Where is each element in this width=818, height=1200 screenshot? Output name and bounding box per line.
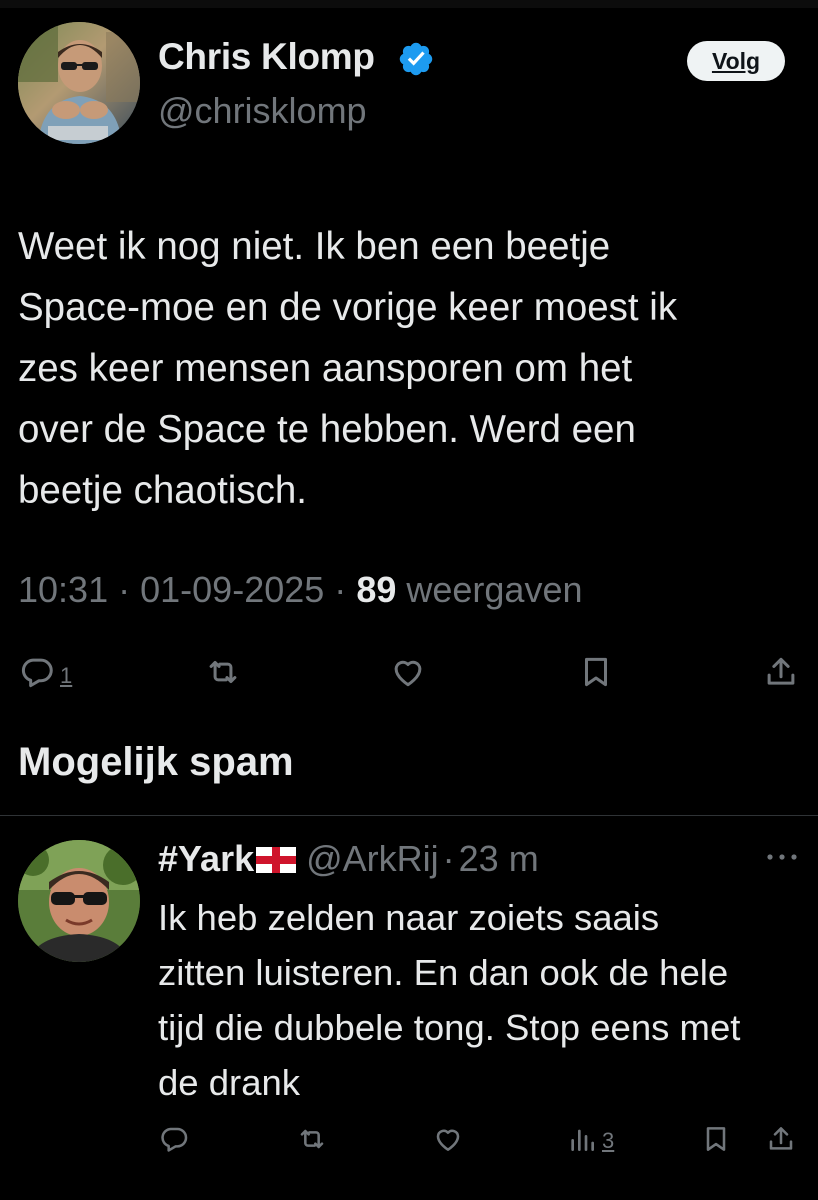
reply-button[interactable]: 1 — [18, 652, 72, 692]
reply-retweet-button[interactable] — [296, 1120, 328, 1158]
reply-bookmark-button[interactable] — [700, 1120, 732, 1158]
tweet-time[interactable]: 10:31 — [18, 569, 108, 610]
retweet-icon — [209, 660, 237, 684]
views-icon — [571, 1129, 594, 1151]
author-avatar[interactable] — [18, 22, 140, 144]
reply-like-button[interactable] — [432, 1120, 464, 1158]
retweet-button[interactable] — [204, 652, 242, 692]
like-button[interactable] — [389, 652, 427, 692]
bookmark-button[interactable] — [577, 652, 615, 692]
reply-views-button[interactable]: 3 — [566, 1120, 614, 1158]
reply-share-button[interactable] — [765, 1120, 797, 1158]
reply-text-line: zitten luisteren. En dan ook de hele — [158, 952, 729, 993]
author-handle[interactable]: @chrisklomp — [158, 90, 367, 132]
verified-badge-icon — [399, 42, 433, 76]
tweet-text-line: Space-moe en de vorige keer moest ik — [18, 286, 678, 329]
reply-icon — [21, 658, 53, 688]
meta-separator: · — [118, 569, 131, 610]
like-icon — [394, 660, 422, 687]
reply-header: #Yark @ArkRij · 23 m — [158, 838, 539, 880]
view-count: 89 — [356, 569, 397, 610]
section-title: Mogelijk spam — [18, 740, 294, 784]
like-icon — [436, 1129, 460, 1151]
view-label: weergaven — [406, 569, 583, 610]
author-avatar-image — [18, 22, 140, 144]
reply-count[interactable]: 1 — [60, 663, 72, 689]
reply-author-handle[interactable]: @ArkRij — [306, 838, 439, 880]
reply-text-line: Ik heb zelden naar zoiets saais — [158, 897, 660, 938]
top-strip — [0, 0, 818, 8]
reply-text-line: de drank — [158, 1062, 301, 1103]
more-options-icon[interactable] — [764, 850, 800, 864]
tweet-text-line: zes keer mensen aansporen om het — [18, 347, 633, 390]
bookmark-icon — [584, 657, 608, 687]
tweet-text-line: Weet ik nog niet. Ik ben een beetje — [18, 225, 611, 268]
tweet-text-line: beetje chaotisch. — [18, 469, 307, 512]
reply-author-avatar[interactable] — [18, 840, 140, 962]
tweet-date[interactable]: 01-09-2025 — [140, 569, 324, 610]
england-flag-icon — [256, 847, 297, 873]
reply-time[interactable]: 23 m — [459, 838, 539, 880]
reply-text: Ik heb zelden naar zoiets saais zitten l… — [158, 890, 808, 1110]
reply-view-count[interactable]: 3 — [602, 1128, 614, 1154]
tweet-meta: 10:31 · 01-09-2025 · 89 weergaven — [18, 569, 583, 611]
tweet-text-line: over de Space te hebben. Werd een — [18, 408, 636, 451]
share-icon — [767, 657, 795, 685]
meta-separator: · — [334, 569, 347, 610]
share-icon — [769, 1127, 793, 1150]
header-separator: · — [442, 838, 455, 879]
tweet-text: Weet ik nog niet. Ik ben een beetje Spac… — [18, 216, 808, 521]
tweet-detail-page: Chris Klomp @chrisklomp Volg Weet ik nog… — [0, 0, 818, 1200]
reply-author-name[interactable]: #Yark — [158, 838, 254, 880]
bookmark-icon — [706, 1127, 726, 1151]
follow-button[interactable]: Volg — [687, 41, 785, 81]
retweet-icon — [300, 1129, 324, 1149]
author-name[interactable]: Chris Klomp — [158, 36, 375, 78]
reply-text-line: tijd die dubbele tong. Stop eens met — [158, 1007, 741, 1048]
reply-avatar-image — [18, 840, 140, 962]
reply-reply-button[interactable] — [158, 1120, 190, 1158]
divider — [0, 815, 818, 816]
reply-icon — [161, 1127, 188, 1152]
share-button[interactable] — [762, 652, 800, 692]
